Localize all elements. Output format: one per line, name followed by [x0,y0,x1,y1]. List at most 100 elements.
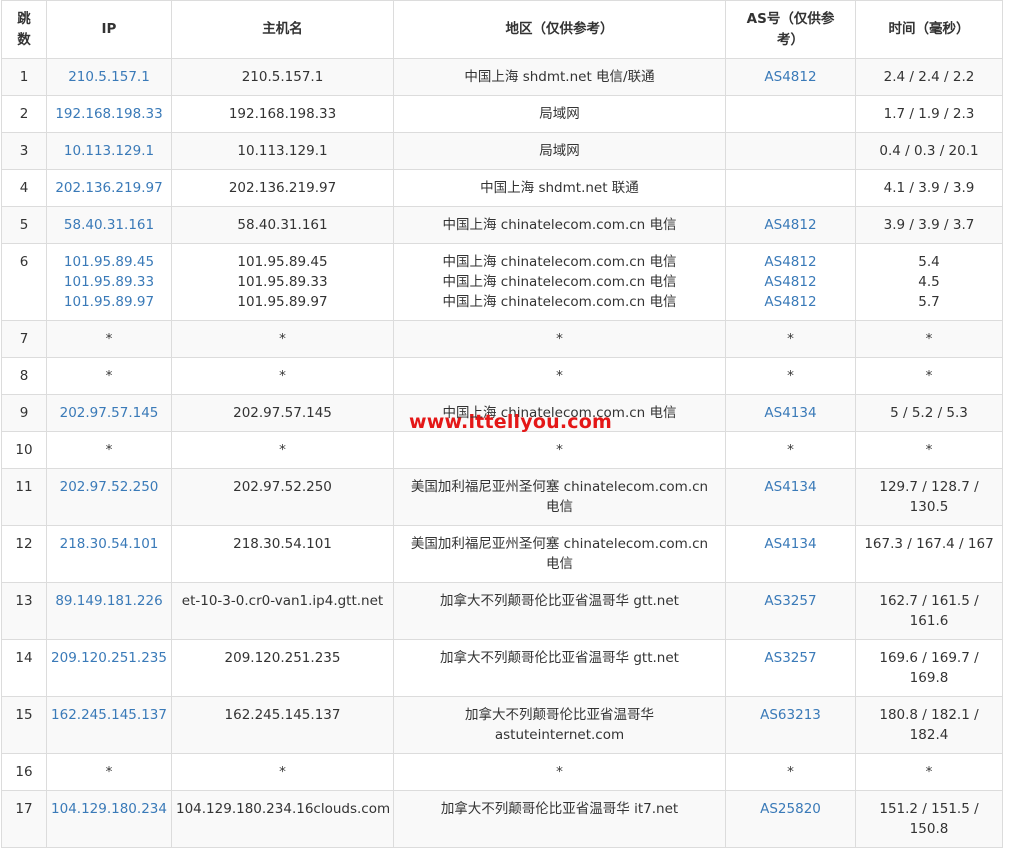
table-row: 8 * * * * * [1,357,1003,395]
table-row: 10 * * * * * [1,431,1003,469]
ip-cell: * [46,357,172,395]
as-link[interactable]: AS3257 [730,648,851,668]
hostname-text: 162.245.145.137 [224,707,341,723]
hostname-text: 210.5.157.1 [241,69,324,85]
ip-cell: 104.129.180.234 [46,790,172,848]
region-cell: 加拿大不列颠哥伦比亚省温哥华 astuteinternet.com [393,696,726,754]
ip-link[interactable]: 209.120.251.235 [51,648,167,668]
table-row: 13 89.149.181.226 et-10-3-0.cr0-van1.ip4.g… [1,582,1003,640]
as-link[interactable]: AS25820 [730,799,851,819]
ip-link[interactable]: 101.95.89.97 [51,292,167,312]
ip-link[interactable]: 218.30.54.101 [51,534,167,554]
region-cell: 加拿大不列颠哥伦比亚省温哥华 gtt.net [393,639,726,697]
as-cell: * [725,320,856,358]
ip-cell: * [46,753,172,791]
hop-number: 3 [19,143,29,159]
as-cell: * [725,357,856,395]
region-cell: 加拿大不列颠哥伦比亚省温哥华 gtt.net [393,582,726,640]
region-text: 美国加利福尼亚州圣何塞 chinatelecom.com.cn [410,479,709,495]
as-cell: * [725,431,856,469]
time-text: 4.1 / 3.9 / 3.9 [883,180,975,196]
as-cell: AS4812 [725,206,856,244]
table-row: 5 58.40.31.161 58.40.31.161 中国上海 chinatelec… [1,206,1003,244]
as-link[interactable]: AS4134 [730,477,851,497]
as-link[interactable]: AS4812 [730,67,851,87]
ip-link[interactable]: 104.129.180.234 [51,799,167,819]
table-row: 17 104.129.180.234 104.129.180.234.16cloud… [1,790,1003,848]
as-link[interactable]: AS63213 [730,705,851,725]
hostname-cell: 202.136.219.97 [171,169,394,207]
ip-link[interactable]: 162.245.145.137 [51,705,167,725]
time-text: 5 / 5.2 / 5.3 [890,405,968,421]
table-row: 15 162.245.145.137 162.245.145.137 加拿大不列颠哥伦… [1,696,1003,754]
as-link[interactable]: AS4812 [730,292,851,312]
hop-cell: 6 [1,243,47,321]
ip-link[interactable]: 202.97.52.250 [51,477,167,497]
ip-cell: * [46,320,172,358]
time-cell: 162.7 / 161.5 / 161.6 [855,582,1003,640]
ip-link[interactable]: 89.149.181.226 [51,591,167,611]
header-region: 地区（仅供参考） [393,0,726,59]
time-text: 5.7 [918,294,940,310]
as-cell: AS25820 [725,790,856,848]
region-text: 中国上海 chinatelecom.com.cn 电信 [442,217,677,233]
header-hop: 跳数 [1,0,47,59]
time-cell: 151.2 / 151.5 / 150.8 [855,790,1003,848]
hostname-text: * [279,331,286,347]
region-text: 加拿大不列颠哥伦比亚省温哥华 it7.net [440,801,679,817]
ip-link[interactable]: 202.136.219.97 [51,178,167,198]
time-cell: 0.4 / 0.3 / 20.1 [855,132,1003,170]
time-text: 161.6 [909,613,949,629]
time-text: 151.2 / 151.5 / [879,801,979,817]
hop-number: 1 [19,69,29,85]
hop-number: 2 [19,106,29,122]
ip-cell: 89.149.181.226 [46,582,172,640]
hop-cell: 2 [1,95,47,133]
ip-cell: 202.97.57.145 [46,394,172,432]
hop-cell: 17 [1,790,47,848]
region-text: 加拿大不列颠哥伦比亚省温哥华 [465,707,654,723]
time-text: * [925,368,933,384]
hostname-cell: 192.168.198.33 [171,95,394,133]
region-text: * [556,331,563,347]
region-text: 中国上海 shdmt.net 电信/联通 [464,69,655,85]
ip-cell: 58.40.31.161 [46,206,172,244]
hostname-text: 58.40.31.161 [237,217,328,233]
ip-link[interactable]: 101.95.89.33 [51,272,167,292]
ip-link[interactable]: 210.5.157.1 [51,67,167,87]
table-row: 6 101.95.89.45 101.95.89.33 101.95.89.97 101… [1,243,1003,321]
time-cell: 1.7 / 1.9 / 2.3 [855,95,1003,133]
hostname-cell: * [171,753,394,791]
table-row: 12 218.30.54.101 218.30.54.101 美国加利福尼亚州圣何塞 … [1,525,1003,583]
ip-link[interactable]: 192.168.198.33 [51,104,167,124]
ip-link[interactable]: 202.97.57.145 [51,403,167,423]
as-cell: AS3257 [725,582,856,640]
as-link[interactable]: AS4812 [730,252,851,272]
hop-cell: 12 [1,525,47,583]
time-text: 182.4 [909,727,949,743]
ip-link[interactable]: 58.40.31.161 [51,215,167,235]
table-row: 16 * * * * * [1,753,1003,791]
hop-number: 16 [15,764,33,780]
as-cell [725,95,856,133]
time-text: 3.9 / 3.9 / 3.7 [883,217,975,233]
hostname-cell: 104.129.180.234.16clouds.com [171,790,394,848]
as-link[interactable]: AS3257 [730,591,851,611]
hostname-cell: 162.245.145.137 [171,696,394,754]
as-cell: AS4134 [725,468,856,526]
time-text: 169.6 / 169.7 / [879,650,979,666]
as-link[interactable]: AS4134 [730,534,851,554]
hostname-text: 10.113.129.1 [237,143,328,159]
ip-link[interactable]: 101.95.89.45 [51,252,167,272]
as-text: * [787,442,794,458]
as-link[interactable]: AS4812 [730,272,851,292]
time-cell: * [855,357,1003,395]
time-cell: 5 / 5.2 / 5.3 [855,394,1003,432]
hop-cell: 14 [1,639,47,697]
ip-link[interactable]: 10.113.129.1 [51,141,167,161]
hop-cell: 16 [1,753,47,791]
time-text: 1.7 / 1.9 / 2.3 [883,106,975,122]
table-row: 14 209.120.251.235 209.120.251.235 加拿大不列颠哥伦… [1,639,1003,697]
as-link[interactable]: AS4134 [730,403,851,423]
as-link[interactable]: AS4812 [730,215,851,235]
